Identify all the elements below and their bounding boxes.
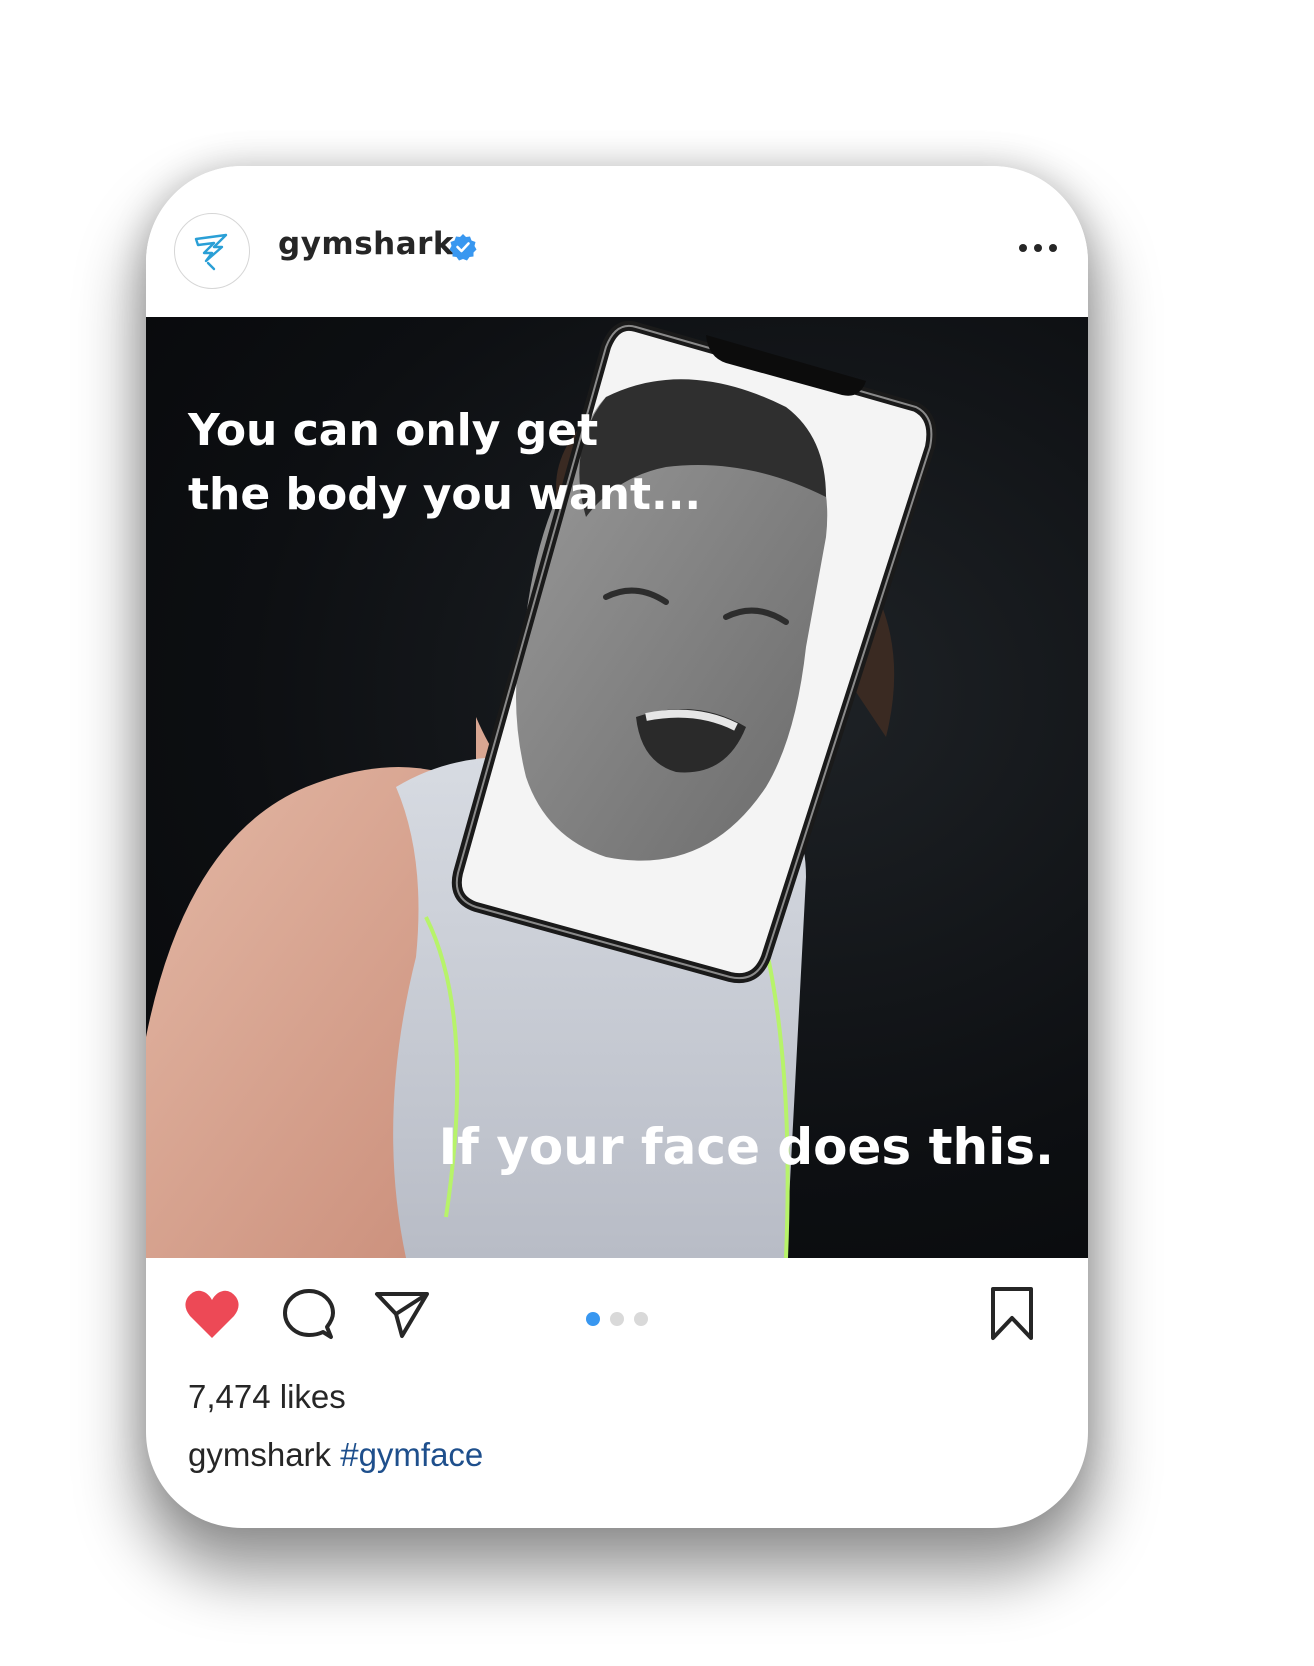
avatar[interactable] xyxy=(174,213,250,289)
instagram-post-card: gymshark You can only get the body you w… xyxy=(146,166,1088,1528)
carousel-dot xyxy=(634,1312,648,1326)
more-horizontal-icon xyxy=(1019,244,1057,252)
share-button[interactable] xyxy=(370,1282,434,1346)
carousel-dot-active xyxy=(586,1312,600,1326)
post-image[interactable]: You can only get the body you want... If… xyxy=(146,317,1088,1258)
carousel-dot xyxy=(610,1312,624,1326)
post-caption: gymshark #gymface xyxy=(188,1436,483,1474)
image-caption-bottom: If your face does this. xyxy=(438,1118,1054,1176)
paper-plane-icon xyxy=(375,1292,429,1338)
heart-filled-icon xyxy=(185,1290,239,1338)
more-options-button[interactable] xyxy=(1016,230,1060,266)
carousel-indicator xyxy=(586,1312,648,1326)
verified-badge-icon xyxy=(449,234,477,261)
gymshark-logo-icon xyxy=(194,233,228,271)
like-button[interactable] xyxy=(180,1282,244,1346)
image-caption-top: You can only get the body you want... xyxy=(188,405,702,520)
stage: gymshark You can only get the body you w… xyxy=(0,0,1314,1666)
comment-button[interactable] xyxy=(276,1282,340,1346)
likes-count[interactable]: 7,474 likes xyxy=(188,1378,346,1416)
post-header: gymshark xyxy=(146,166,1088,317)
save-button[interactable] xyxy=(980,1282,1044,1346)
bookmark-icon xyxy=(991,1287,1033,1340)
comment-bubble-icon xyxy=(283,1289,335,1339)
post-actions-bar xyxy=(146,1258,1088,1378)
post-username[interactable]: gymshark xyxy=(278,226,454,262)
caption-username[interactable]: gymshark xyxy=(188,1436,331,1473)
caption-hashtag[interactable]: #gymface xyxy=(340,1436,483,1473)
